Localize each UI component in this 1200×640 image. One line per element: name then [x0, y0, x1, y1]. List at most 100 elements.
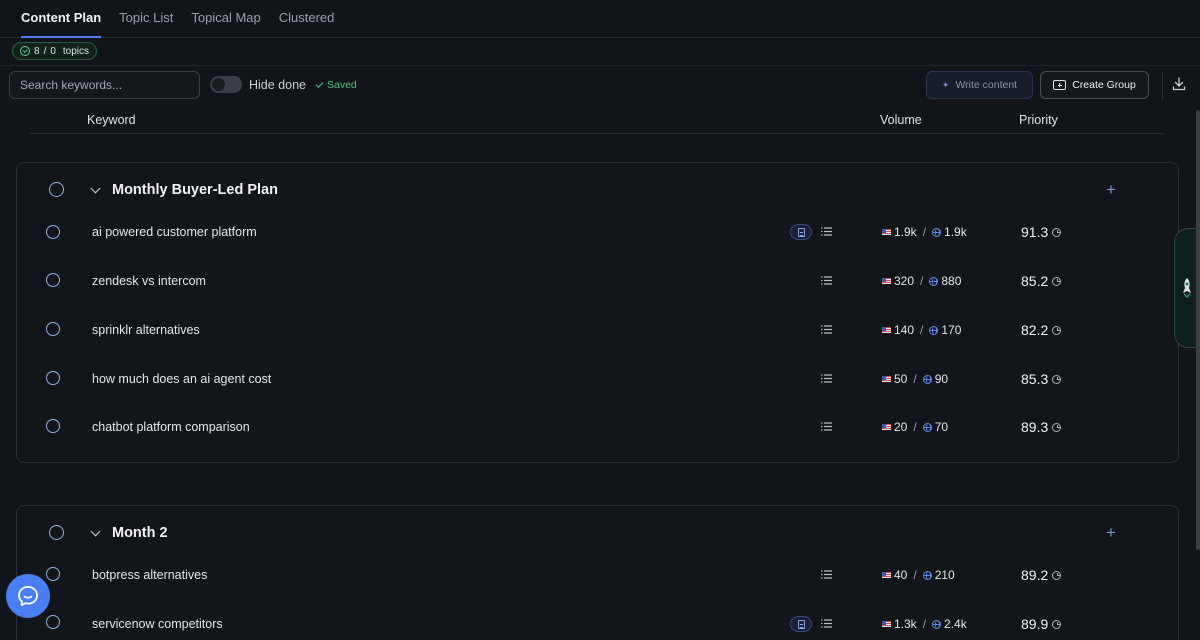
volume-us: 20: [894, 420, 908, 434]
row-select-circle[interactable]: [46, 419, 60, 433]
globe-icon: [922, 374, 932, 384]
add-keyword-plus-icon[interactable]: +: [1106, 181, 1116, 198]
globe-icon: [932, 227, 942, 237]
check-icon: [315, 80, 324, 88]
priority-cell: 89.3: [1021, 419, 1062, 435]
globe-icon: [932, 619, 942, 629]
column-header-keyword[interactable]: Keyword: [87, 113, 136, 127]
priority-value: 89.3: [1021, 419, 1049, 435]
scrollbar[interactable]: [1196, 110, 1200, 550]
clock-icon[interactable]: [1052, 325, 1062, 335]
volume-us: 50: [894, 372, 908, 386]
list-icon[interactable]: [821, 422, 832, 431]
keyword-text: ai powered customer platform: [92, 225, 257, 239]
toolbar-separator: [1162, 72, 1163, 100]
clock-icon[interactable]: [1052, 227, 1062, 237]
row-select-circle[interactable]: [46, 225, 60, 239]
volume-us: 320: [894, 274, 915, 288]
list-icon[interactable]: [821, 227, 832, 236]
topics-separator: /: [43, 45, 47, 57]
volume-global: 170: [941, 323, 962, 337]
toolbar-divider: [0, 65, 1200, 66]
volume-cell: 1.9k/1.9k: [882, 225, 967, 239]
mascot-icon[interactable]: [1180, 276, 1194, 298]
column-header-volume[interactable]: Volume: [880, 113, 922, 127]
create-group-button[interactable]: Create Group: [1040, 71, 1149, 99]
volume-cell: 320/880: [882, 274, 961, 288]
globe-icon: [929, 276, 939, 286]
list-icon[interactable]: [821, 619, 832, 628]
keyword-text: botpress alternatives: [92, 568, 208, 582]
list-icon[interactable]: [821, 325, 832, 334]
tab-content-plan[interactable]: Content Plan: [12, 10, 110, 38]
search-keywords-input[interactable]: [9, 71, 200, 99]
chevron-down-icon[interactable]: [90, 183, 101, 194]
list-icon[interactable]: [821, 276, 832, 285]
hide-done-toggle[interactable]: [210, 76, 242, 93]
volume-us: 140: [894, 323, 915, 337]
row-select-circle[interactable]: [46, 273, 60, 287]
priority-cell: 91.3: [1021, 224, 1062, 240]
tab-topical-map[interactable]: Topical Map: [182, 10, 269, 37]
document-icon[interactable]: [790, 224, 812, 240]
volume-us: 1.9k: [894, 225, 917, 239]
topics-progress-badge: 8 / 0 topics: [12, 42, 98, 60]
toggle-knob: [212, 78, 225, 91]
clock-icon[interactable]: [1052, 570, 1062, 580]
volume-global: 1.9k: [944, 225, 967, 239]
volume-global: 2.4k: [944, 617, 967, 631]
tab-clustered[interactable]: Clustered: [270, 10, 344, 37]
keyword-text: how much does an ai agent cost: [92, 372, 272, 386]
folder-plus-icon: [1053, 80, 1067, 90]
volume-cell: 50/90: [882, 372, 948, 386]
write-content-button[interactable]: ✦ Write content: [926, 71, 1033, 99]
doc-glyph: [798, 620, 805, 629]
tab-topic-list[interactable]: Topic List: [110, 10, 182, 37]
us-flag-icon: [882, 229, 891, 235]
topics-total-count: 0: [50, 45, 56, 57]
add-keyword-plus-icon[interactable]: +: [1106, 524, 1116, 541]
keyword-text: zendesk vs intercom: [92, 274, 206, 288]
us-flag-icon: [882, 376, 891, 382]
clock-icon[interactable]: [1052, 374, 1062, 384]
volume-global: 880: [941, 274, 962, 288]
priority-value: 89.2: [1021, 567, 1049, 583]
document-icon[interactable]: [790, 616, 812, 632]
download-icon[interactable]: [1172, 77, 1186, 91]
globe-icon: [922, 570, 932, 580]
list-icon[interactable]: [821, 374, 832, 383]
chat-support-button[interactable]: [6, 574, 50, 618]
row-select-circle[interactable]: [46, 615, 60, 629]
group-card: Monthly Buyer-Led Plan + ai powered cust…: [16, 162, 1179, 463]
column-header-priority[interactable]: Priority: [1019, 113, 1058, 127]
group-card: Month 2 + botpress alternatives 40/210 8…: [16, 505, 1179, 640]
group-title[interactable]: Monthly Buyer-Led Plan: [112, 182, 278, 198]
us-flag-icon: [882, 572, 891, 578]
tab-bar: Content Plan Topic List Topical Map Clus…: [0, 0, 1200, 38]
list-icon[interactable]: [821, 570, 832, 579]
clock-icon[interactable]: [1052, 276, 1062, 286]
check-circle-icon: [20, 46, 30, 56]
chevron-down-icon[interactable]: [90, 526, 101, 537]
keyword-text: sprinklr alternatives: [92, 323, 200, 337]
globe-icon: [922, 422, 932, 432]
us-flag-icon: [882, 621, 891, 627]
row-select-circle[interactable]: [46, 322, 60, 336]
saved-label: Saved: [327, 79, 357, 91]
clock-icon[interactable]: [1052, 422, 1062, 432]
group-title[interactable]: Month 2: [112, 525, 168, 541]
volume-us: 40: [894, 568, 908, 582]
keyword-text: servicenow competitors: [92, 617, 223, 631]
volume-global: 90: [934, 372, 949, 386]
topics-label: topics: [62, 45, 90, 57]
row-select-circle[interactable]: [46, 371, 60, 385]
group-select-circle[interactable]: [49, 182, 64, 197]
volume-global: 210: [934, 568, 955, 582]
volume-global: 70: [934, 420, 949, 434]
group-select-circle[interactable]: [49, 525, 64, 540]
row-select-circle[interactable]: [46, 567, 60, 581]
priority-cell: 85.2: [1021, 273, 1062, 289]
clock-icon[interactable]: [1052, 619, 1062, 629]
write-content-label: Write content: [955, 79, 1018, 91]
priority-cell: 85.3: [1021, 371, 1062, 387]
